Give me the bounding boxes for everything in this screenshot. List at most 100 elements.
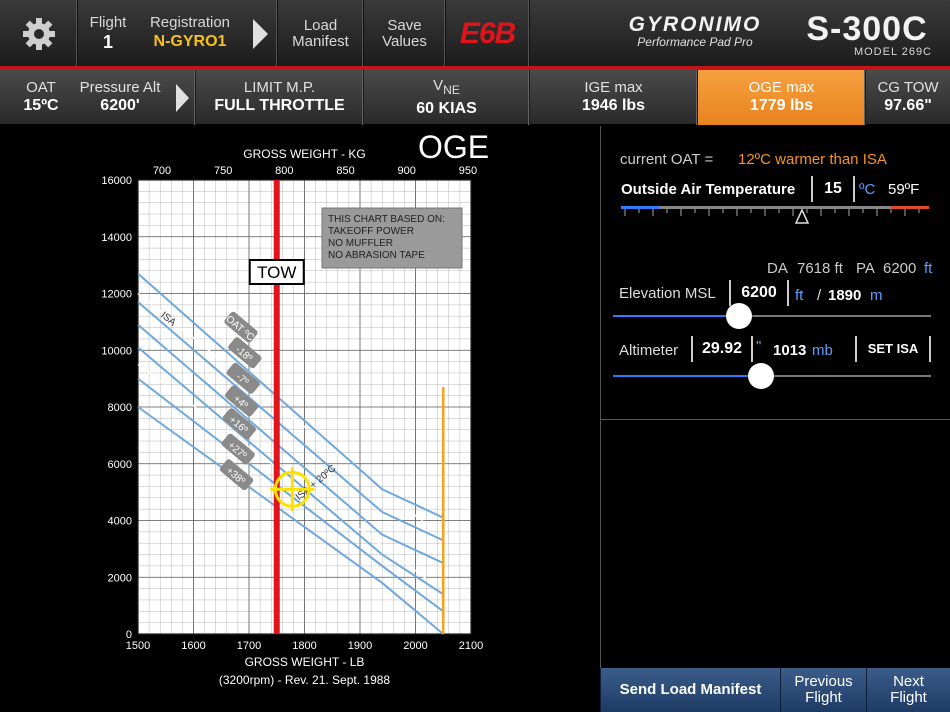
info-next-arrow[interactable] <box>168 70 196 125</box>
set-isa-button[interactable]: SET ISA <box>855 336 931 362</box>
settings-button[interactable] <box>0 0 78 68</box>
altimeter-slider-knob[interactable] <box>748 363 774 389</box>
elevation-value: 6200 <box>741 284 777 301</box>
altimeter-mb-value: 1013 <box>773 342 807 359</box>
limit-mp-label: LIMIT M.P. <box>243 79 316 96</box>
y-tick-label: 14000 <box>101 232 132 244</box>
model-name: S-300C <box>806 10 928 48</box>
y-tick-label: 2000 <box>108 572 132 584</box>
send-load-manifest-label: Send Load Manifest <box>619 681 762 698</box>
cg-tow-cell[interactable]: CG TOW 97.66" <box>866 70 950 125</box>
x-top-tick-label: 800 <box>275 165 293 177</box>
previous-flight-label: Previous Flight <box>794 673 853 706</box>
flight-selector[interactable]: Flight 1 <box>78 0 138 68</box>
oat-value: 15ºC <box>23 97 59 114</box>
vne-cell: VNE 60 KIAS <box>364 70 530 125</box>
y-tick-label: 6000 <box>108 459 132 471</box>
oat-cell[interactable]: OAT 15ºC <box>0 70 82 125</box>
temperature-scale-graphic <box>621 206 934 224</box>
x-tick-label: 1800 <box>292 640 316 652</box>
x-top-tick-label: 900 <box>398 165 416 177</box>
chevron-right-icon <box>252 19 268 49</box>
vne-label: VNE <box>433 77 460 99</box>
send-load-manifest-button[interactable]: Send Load Manifest <box>600 668 780 712</box>
altimeter-slider-fill <box>613 375 761 377</box>
altimeter-mb-unit: mb <box>812 342 833 359</box>
performance-info-bar: OAT 15ºC Pressure Alt 6200' LIMIT M.P. F… <box>0 70 950 125</box>
oge-hover-chart[interactable]: 1500 1600 1700 1800 1900 2000 2100 700 750 800 850… <box>0 126 598 712</box>
oge-max-cell[interactable]: OGE max 1779 lbs <box>698 70 866 125</box>
x-tick-label: 1600 <box>181 640 205 652</box>
current-oat-label: current OAT = <box>620 151 714 168</box>
y-tick-label: 8000 <box>108 402 132 414</box>
y-tick-label: 4000 <box>108 516 132 528</box>
next-flight-button[interactable]: Next Flight <box>866 668 950 712</box>
altimeter-value: 29.92 <box>701 340 743 357</box>
top-toolbar: Flight 1 Registration N-GYRO1 Load Manif… <box>0 0 950 68</box>
chart-note-line: NO MUFFLER <box>328 238 393 249</box>
e6b-logo: E6B <box>459 17 516 50</box>
x-top-tick-label: 750 <box>214 165 232 177</box>
elevation-meters: 1890 <box>828 287 862 304</box>
pa-unit: ft <box>924 260 933 277</box>
model-logo: S-300C MODEL 269C <box>792 12 942 58</box>
y-tick-label: 10000 <box>101 345 132 357</box>
temperature-unit-c: ºC <box>859 181 876 198</box>
x-top-axis-label: GROSS WEIGHT - KG <box>243 147 365 161</box>
oge-max-value: 1779 lbs <box>749 97 814 114</box>
pa-value: 6200 <box>883 260 917 277</box>
y-tick-label: 12000 <box>101 289 132 301</box>
registration-selector[interactable]: Registration N-GYRO1 <box>138 0 242 68</box>
e6b-button[interactable]: E6B <box>446 0 530 68</box>
oge-chart-panel[interactable]: 1500 1600 1700 1800 1900 2000 2100 700 750 800 850… <box>0 126 598 712</box>
x-tick-label: 2000 <box>403 640 427 652</box>
chart-note: THIS CHART BASED ON:TAKEOFF POWERNO MUFF… <box>321 207 463 269</box>
registration-label: Registration <box>149 14 231 31</box>
brand-name: GYRONIMO <box>628 13 762 36</box>
previous-flight-button[interactable]: Previous Flight <box>780 668 866 712</box>
current-oat-value: 12ºC warmer than ISA <box>738 151 887 168</box>
save-values-button[interactable]: Save Values <box>364 0 446 68</box>
altimeter-unit: " <box>756 338 762 355</box>
altimeter-input[interactable]: 29.92 <box>691 336 753 362</box>
ige-max-cell[interactable]: IGE max 1946 lbs <box>530 70 698 125</box>
cg-tow-value: 97.66" <box>884 97 932 114</box>
load-manifest-button[interactable]: Load Manifest <box>278 0 364 68</box>
outside-air-label: Outside Air Temperature <box>621 181 796 198</box>
tow-label-text: TOW <box>257 263 296 282</box>
x-top-tick-label: 700 <box>153 165 171 177</box>
tow-label: TOW <box>248 259 305 285</box>
y-tick-label: 0 <box>126 629 132 641</box>
temperature-fahrenheit: 59ºF <box>888 181 920 198</box>
oat-label: OAT <box>26 79 56 96</box>
flight-label: Flight <box>89 14 127 31</box>
vne-letter: V <box>433 76 444 94</box>
da-label: DA <box>767 260 788 277</box>
cg-tow-label: CG TOW <box>877 79 939 96</box>
chevron-right-icon <box>175 83 189 112</box>
gear-icon <box>22 18 55 50</box>
temperature-input[interactable]: 15 <box>811 176 855 202</box>
da-value: 7618 ft <box>797 260 843 277</box>
x-top-tick-label: 850 <box>336 165 354 177</box>
chart-note-line: THIS CHART BASED ON: <box>328 214 445 225</box>
temperature-scale[interactable] <box>621 204 934 226</box>
registration-value: N-GYRO1 <box>153 33 227 50</box>
flight-value: 1 <box>102 32 113 52</box>
brand-subtitle: Performance Pad Pro <box>637 35 753 49</box>
altimeter-label: Altimeter <box>619 342 679 359</box>
elevation-slider-knob[interactable] <box>726 303 752 329</box>
elevation-label: Elevation MSL <box>619 285 716 302</box>
x-tick-label: 1700 <box>237 640 261 652</box>
x-tick-label: 1900 <box>348 640 372 652</box>
elevation-separator: / <box>817 287 822 304</box>
limit-mp-cell: LIMIT M.P. FULL THROTTLE <box>196 70 364 125</box>
chart-footnote: (3200rpm) - Rev. 21. Sept. 1988 <box>219 673 391 687</box>
flight-next-arrow[interactable] <box>242 0 278 68</box>
x-tick-label: 2100 <box>459 640 483 652</box>
pressure-alt-cell[interactable]: Pressure Alt 6200' <box>72 70 168 125</box>
chart-note-line: TAKEOFF POWER <box>328 226 414 237</box>
save-values-label: Save Values <box>382 17 427 50</box>
y-tick-label: 16000 <box>101 175 132 187</box>
limit-mp-value: FULL THROTTLE <box>214 97 345 114</box>
